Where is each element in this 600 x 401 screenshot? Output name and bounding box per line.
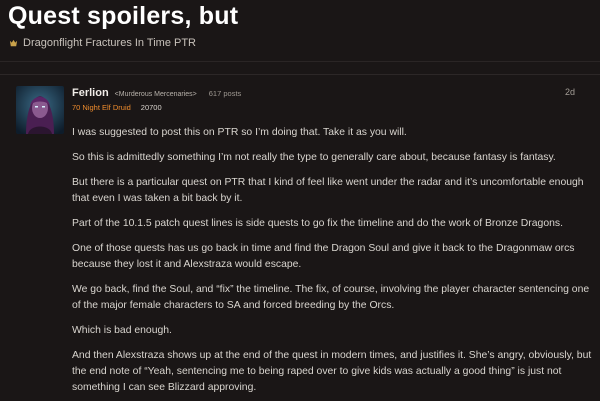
post-body: I was suggested to post this on PTR so I… (72, 125, 592, 401)
category-label: Dragonflight Fractures In Time PTR (23, 37, 197, 49)
topic-category-link[interactable]: Dragonflight Fractures In Time PTR (9, 37, 196, 49)
post-paragraph: We go back, find the Soul, and “fix” the… (72, 284, 590, 311)
author-line: Ferlion <Murderous Mercenaries> 617 post… (72, 87, 241, 99)
character-info: 70 Night Elf Druid (72, 103, 131, 112)
post-paragraph: Which is bad enough. (72, 325, 172, 336)
author-guild: <Murderous Mercenaries> (114, 91, 197, 98)
post-paragraph: I was suggested to post this on PTR so I… (72, 127, 407, 138)
post-paragraph: And then Alexstraza shows up at the end … (72, 350, 592, 393)
forum-post: Ferlion <Murderous Mercenaries> 617 post… (0, 74, 600, 401)
avatar-image (16, 86, 64, 134)
post-paragraph: One of those quests has us go back in ti… (72, 243, 575, 270)
author-name[interactable]: Ferlion (72, 87, 109, 99)
category-icon (9, 39, 18, 46)
author-meta: 70 Night Elf Druid 20700 (72, 103, 162, 112)
achievement-points: 20700 (140, 103, 162, 112)
author-post-count: 617 posts (208, 89, 242, 98)
post-paragraph: So this is admittedly something I’m not … (72, 152, 556, 163)
post-date[interactable]: 2d (565, 87, 575, 97)
topic-title: Quest spoilers, but (8, 2, 239, 30)
post-paragraph: But there is a particular quest on PTR t… (72, 177, 584, 204)
author-avatar[interactable] (16, 86, 64, 134)
header-divider (0, 61, 600, 62)
post-paragraph: Part of the 10.1.5 patch quest lines is … (72, 218, 563, 229)
forum-page: Quest spoilers, but Dragonflight Fractur… (0, 0, 600, 401)
